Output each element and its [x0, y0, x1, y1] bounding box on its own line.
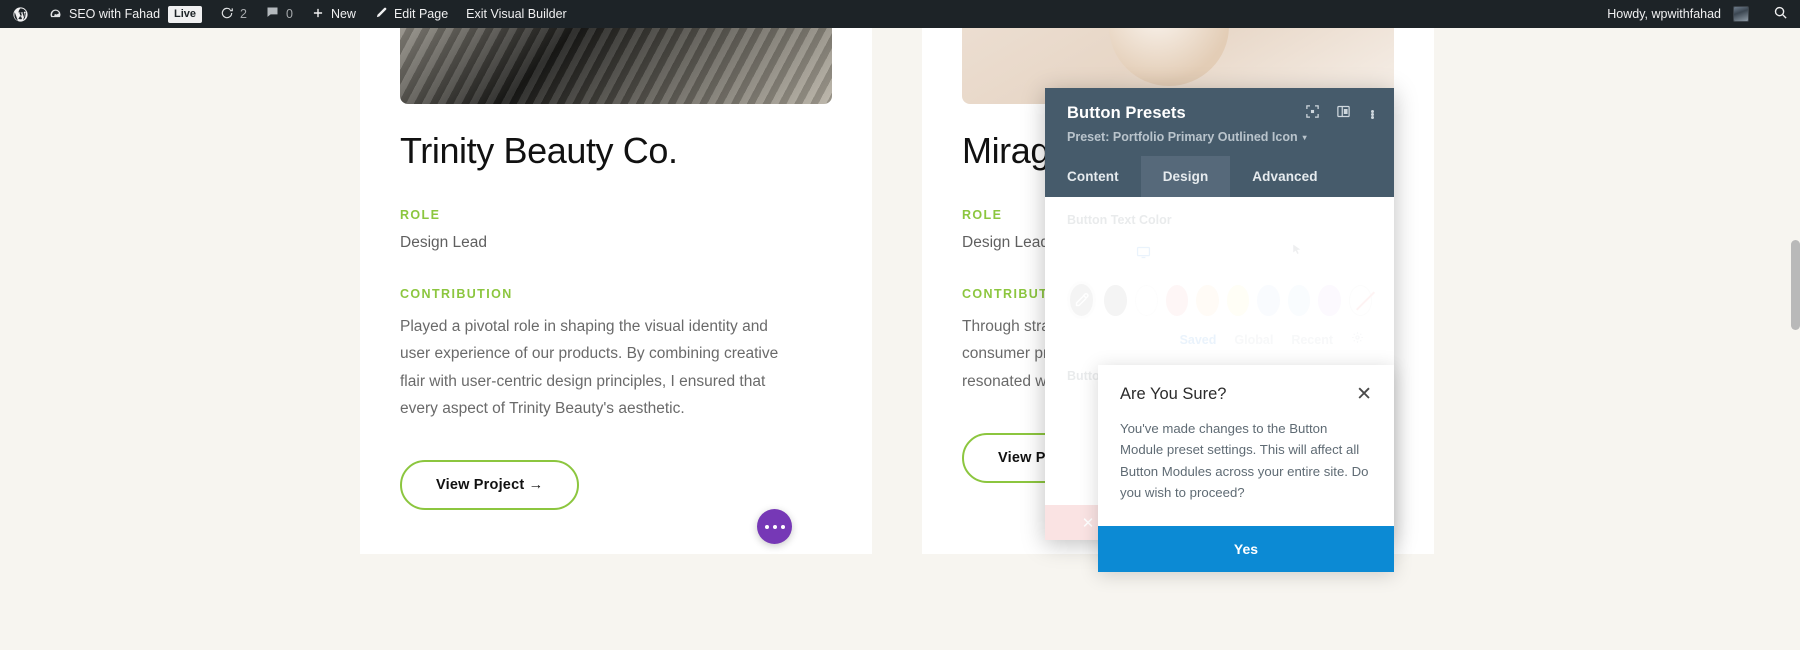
desktop-monitor-icon[interactable]: [1136, 245, 1151, 260]
close-icon: ✕: [1081, 514, 1095, 532]
new-content-menu[interactable]: New: [302, 0, 365, 28]
search-icon[interactable]: [1773, 5, 1788, 23]
howdy-label: Howdy, wpwithfahad: [1607, 7, 1721, 21]
color-source-global[interactable]: Global: [1234, 333, 1273, 347]
exit-visual-builder-button[interactable]: Exit Visual Builder: [457, 0, 576, 28]
admin-bar-left: SEO with Fahad Live 2 0 New Edit Page Ex…: [0, 0, 576, 28]
comments-count: 0: [285, 7, 293, 21]
site-name-label: SEO with Fahad: [69, 7, 161, 21]
divi-page-settings-fab[interactable]: [757, 509, 792, 544]
swatch-orange[interactable]: [1196, 284, 1219, 316]
contribution-label: CONTRIBUTION: [400, 287, 513, 301]
close-icon[interactable]: ✕: [1354, 385, 1374, 404]
plus-icon: [311, 6, 325, 23]
role-label: ROLE: [400, 208, 441, 222]
swatch-red[interactable]: [1165, 284, 1189, 316]
eyedropper-icon[interactable]: [1067, 281, 1097, 319]
preset-label: Preset: Portfolio Primary Outlined Icon: [1067, 130, 1298, 144]
cursor-pointer-icon[interactable]: [1290, 243, 1303, 261]
ellipsis-icon: [764, 524, 769, 529]
edit-page-button[interactable]: Edit Page: [365, 0, 457, 28]
screen: SEO with Fahad Live 2 0 New Edit Page Ex…: [0, 0, 1800, 650]
speed-count: 2: [240, 7, 247, 21]
card-body: Trinity Beauty Co. ROLE Design Lead CONT…: [360, 130, 872, 511]
modal-tabs: Content Design Advanced: [1045, 156, 1394, 197]
panel-layout-icon[interactable]: [1336, 104, 1351, 124]
color-source-saved[interactable]: Saved: [1180, 333, 1217, 347]
design-settings-panel: Button Text Color Saved Global Recent Bu…: [1045, 197, 1394, 539]
confirm-title: Are You Sure?: [1120, 385, 1227, 403]
comment-bubble-icon: [265, 5, 280, 23]
view-project-button[interactable]: View Project →: [400, 460, 580, 511]
preset-selector[interactable]: Preset: Portfolio Primary Outlined Icon …: [1067, 130, 1374, 144]
pencil-icon: [374, 6, 388, 23]
role-value: Design Lead: [400, 234, 488, 251]
tab-design[interactable]: Design: [1140, 156, 1231, 197]
chevron-down-icon: ▾: [1302, 132, 1307, 142]
swatch-lightblue[interactable]: [1287, 284, 1311, 316]
focus-target-icon[interactable]: [1305, 104, 1320, 124]
gear-icon[interactable]: [1351, 331, 1364, 349]
live-badge: Live: [168, 5, 203, 23]
page-canvas: Trinity Beauty Co. ROLE Design Lead CONT…: [0, 28, 1800, 650]
swatch-white[interactable]: [1134, 284, 1158, 316]
wordpress-logo-button[interactable]: [0, 0, 39, 28]
swatch-yellow[interactable]: [1226, 284, 1250, 316]
device-toggle-row: [1067, 231, 1372, 273]
vertical-scrollbar[interactable]: [1791, 240, 1800, 330]
swatch-none[interactable]: [1348, 284, 1372, 316]
kebab-menu-icon[interactable]: [1367, 108, 1378, 121]
modal-header: Button Presets Preset: Portfolio Primary…: [1045, 88, 1394, 156]
color-swatch-row: [1067, 281, 1372, 319]
wordpress-logo-icon: [12, 6, 29, 23]
ellipsis-icon: [780, 524, 785, 529]
portfolio-card: Trinity Beauty Co. ROLE Design Lead CONT…: [360, 28, 872, 555]
confirm-header: Are You Sure? ✕: [1098, 365, 1394, 404]
avatar: [1733, 6, 1749, 22]
my-account-menu[interactable]: Howdy, wpwithfahad: [1595, 0, 1759, 28]
contribution-text: Played a pivotal role in shaping the vis…: [400, 318, 779, 417]
confirm-yes-button[interactable]: Yes: [1098, 525, 1394, 572]
modal-header-icons: [1305, 104, 1378, 124]
new-label: New: [330, 7, 356, 21]
comments-menu[interactable]: 0: [256, 0, 302, 28]
tab-content[interactable]: Content: [1045, 156, 1141, 197]
admin-bar-right: Howdy, wpwithfahad: [1595, 0, 1800, 28]
ellipsis-icon: [772, 524, 777, 529]
tab-advanced[interactable]: Advanced: [1230, 156, 1339, 197]
swatch-gray[interactable]: [1104, 284, 1127, 316]
wp-admin-bar: SEO with Fahad Live 2 0 New Edit Page Ex…: [0, 0, 1800, 28]
page-title: Trinity Beauty Co.: [400, 130, 678, 171]
color-source-row: ••• Saved Global Recent: [1067, 331, 1372, 539]
button-text-color-label: Button Text Color: [1067, 213, 1172, 227]
confirmation-dialog: Are You Sure? ✕ You've made changes to t…: [1098, 365, 1394, 572]
swatch-purple[interactable]: [1318, 284, 1341, 316]
site-name-menu[interactable]: SEO with Fahad Live: [39, 0, 211, 28]
confirm-message: You've made changes to the Button Module…: [1120, 421, 1369, 501]
exit-visual-builder-label: Exit Visual Builder: [466, 7, 567, 21]
swatch-blue[interactable]: [1257, 284, 1280, 316]
dashboard-icon: [48, 7, 63, 22]
project-image: [400, 28, 832, 104]
edit-page-label: Edit Page: [393, 7, 449, 21]
speed-optimize-icon: [220, 6, 234, 23]
speed-optimize-menu[interactable]: 2: [211, 0, 256, 28]
color-source-recent[interactable]: Recent: [1291, 333, 1333, 347]
